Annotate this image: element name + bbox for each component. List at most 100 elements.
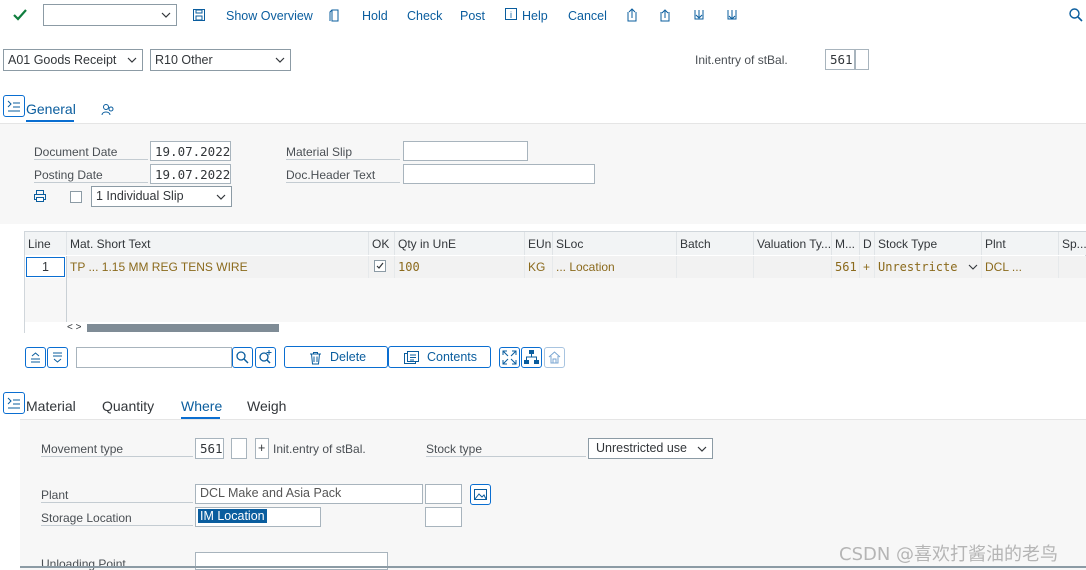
batch-cell[interactable] [677, 256, 754, 278]
scroll-arrows-icon[interactable]: < > [67, 322, 81, 333]
hierarchy-icon[interactable] [521, 347, 542, 368]
plant-label: Plant [41, 488, 193, 503]
column-header-stock-type[interactable]: Stock Type [875, 232, 982, 255]
movement-indicator-field[interactable] [855, 49, 869, 70]
column-header-plant[interactable]: Plnt [982, 232, 1059, 255]
post-button[interactable]: Post [460, 9, 485, 23]
ok-checkbox[interactable] [374, 260, 386, 272]
grid-search-input[interactable] [76, 347, 232, 368]
where-movement-type-field[interactable]: 561 [195, 438, 224, 459]
doc-header-text-field[interactable] [403, 164, 595, 184]
document-date-field[interactable]: 19.07.2022 [150, 141, 231, 161]
slip-type-select[interactable]: 1 Individual Slip [91, 186, 232, 207]
eun-cell[interactable]: KG [525, 256, 553, 278]
reference-select[interactable]: R10 Other [150, 49, 291, 71]
search-icon[interactable] [1068, 7, 1086, 25]
special-stock-cell[interactable] [1059, 256, 1086, 278]
column-header-movement[interactable]: M... [832, 232, 860, 255]
svg-text:i: i [510, 10, 512, 20]
short-text-cell[interactable]: TP ... 1.15 MM REG TENS WIRE [67, 256, 369, 278]
material-slip-label: Material Slip [286, 145, 400, 160]
column-header-sloc[interactable]: SLoc [553, 232, 677, 255]
init-entry-label: Init.entry of stBal. [695, 53, 788, 67]
deselect-all-icon[interactable] [47, 347, 68, 368]
scrollbar-thumb[interactable] [87, 324, 279, 332]
hold-icon[interactable] [327, 7, 345, 25]
plant-code-field[interactable] [425, 484, 462, 504]
tab-quantity[interactable]: Quantity [102, 398, 154, 414]
posting-date-field[interactable]: 19.07.2022 [150, 164, 231, 184]
watermark: CSDN @喜欢打酱油的老鸟 [839, 544, 1059, 565]
previous-page-icon[interactable] [657, 7, 675, 25]
ok-checkbox-cell[interactable] [369, 256, 395, 278]
document-date-label: Document Date [34, 145, 148, 160]
column-header-line[interactable]: Line [25, 232, 67, 255]
application-toolbar: Show Overview Hold Check Post i Help Can… [0, 0, 1086, 34]
column-header-batch[interactable]: Batch [677, 232, 754, 255]
movement-cell[interactable]: 561 [832, 256, 860, 278]
command-field[interactable] [43, 4, 177, 26]
transaction-select[interactable]: A01 Goods Receipt [3, 49, 143, 71]
chevron-down-icon[interactable] [160, 9, 172, 21]
cancel-button[interactable]: Cancel [568, 9, 607, 23]
column-header-eun[interactable]: EUn [525, 232, 553, 255]
doc-header-text-label: Doc.Header Text [286, 168, 400, 183]
column-header-short-text[interactable]: Mat. Short Text [67, 232, 369, 255]
debit-cell[interactable]: + [860, 256, 875, 278]
line-number-field[interactable]: 1 [26, 257, 65, 277]
column-header-valuation-type[interactable]: Valuation Ty... [754, 232, 832, 255]
print-checkbox[interactable] [70, 191, 82, 203]
horizontal-scrollbar[interactable]: < > [25, 322, 1086, 333]
table-row[interactable] [25, 300, 1086, 322]
chevron-down-icon [697, 446, 707, 452]
tab-general[interactable]: General [26, 101, 76, 117]
table-row[interactable] [25, 278, 1086, 300]
home-icon[interactable] [544, 347, 565, 368]
next-page-icon[interactable] [691, 7, 709, 25]
last-page-icon[interactable] [724, 7, 742, 25]
plus-field[interactable]: + [255, 438, 269, 459]
plant-cell[interactable]: DCL ... [982, 256, 1059, 278]
delete-button[interactable]: Delete [284, 346, 388, 368]
storage-location-field[interactable]: IM Location [195, 507, 321, 527]
hold-button[interactable]: Hold [362, 9, 388, 23]
where-movement-indicator-field[interactable] [231, 438, 247, 459]
storage-location-code-field[interactable] [425, 507, 462, 527]
table-row: 1 [25, 256, 67, 278]
contents-button[interactable]: Contents [388, 346, 491, 368]
column-header-ok[interactable]: OK [369, 232, 395, 255]
find-next-icon[interactable] [255, 347, 276, 368]
bottom-border [20, 566, 1086, 568]
show-overview-button[interactable]: Show Overview [226, 9, 313, 23]
movement-type-field[interactable]: 561 [825, 49, 855, 70]
where-init-entry-label: Init.entry of stBal. [273, 442, 366, 456]
find-icon[interactable] [232, 347, 253, 368]
column-header-debit[interactable]: D [860, 232, 875, 255]
check-button[interactable]: Check [407, 9, 442, 23]
help-button[interactable]: Help [522, 9, 548, 23]
material-slip-field[interactable] [403, 141, 528, 161]
people-icon[interactable] [101, 102, 115, 116]
first-page-icon[interactable] [624, 7, 642, 25]
qty-cell[interactable]: 100 [395, 256, 525, 278]
tab-material[interactable]: Material [26, 398, 76, 414]
column-header-special-stock[interactable]: Sp... [1059, 232, 1086, 255]
image-icon[interactable] [470, 484, 491, 505]
valuation-type-cell[interactable] [754, 256, 832, 278]
select-all-icon[interactable] [25, 347, 46, 368]
stock-type-select[interactable]: Unrestricted use [588, 438, 713, 459]
maximize-icon[interactable] [499, 347, 520, 368]
save-icon[interactable] [191, 7, 209, 25]
checkmark-icon[interactable] [12, 7, 30, 25]
column-header-qty[interactable]: Qty in UnE [395, 232, 525, 255]
help-icon[interactable]: i [504, 7, 522, 25]
tab-weigh[interactable]: Weigh [247, 398, 286, 414]
collapse-header-icon[interactable] [3, 95, 25, 117]
stock-type-cell[interactable]: Unrestricte [875, 256, 982, 278]
collapse-detail-icon[interactable] [3, 392, 25, 414]
tab-where[interactable]: Where [181, 398, 222, 414]
sloc-cell[interactable]: ... Location [553, 256, 677, 278]
chevron-down-icon [275, 57, 285, 63]
plant-name-field: DCL Make and Asia Pack [195, 484, 423, 504]
printer-icon[interactable] [33, 189, 47, 203]
